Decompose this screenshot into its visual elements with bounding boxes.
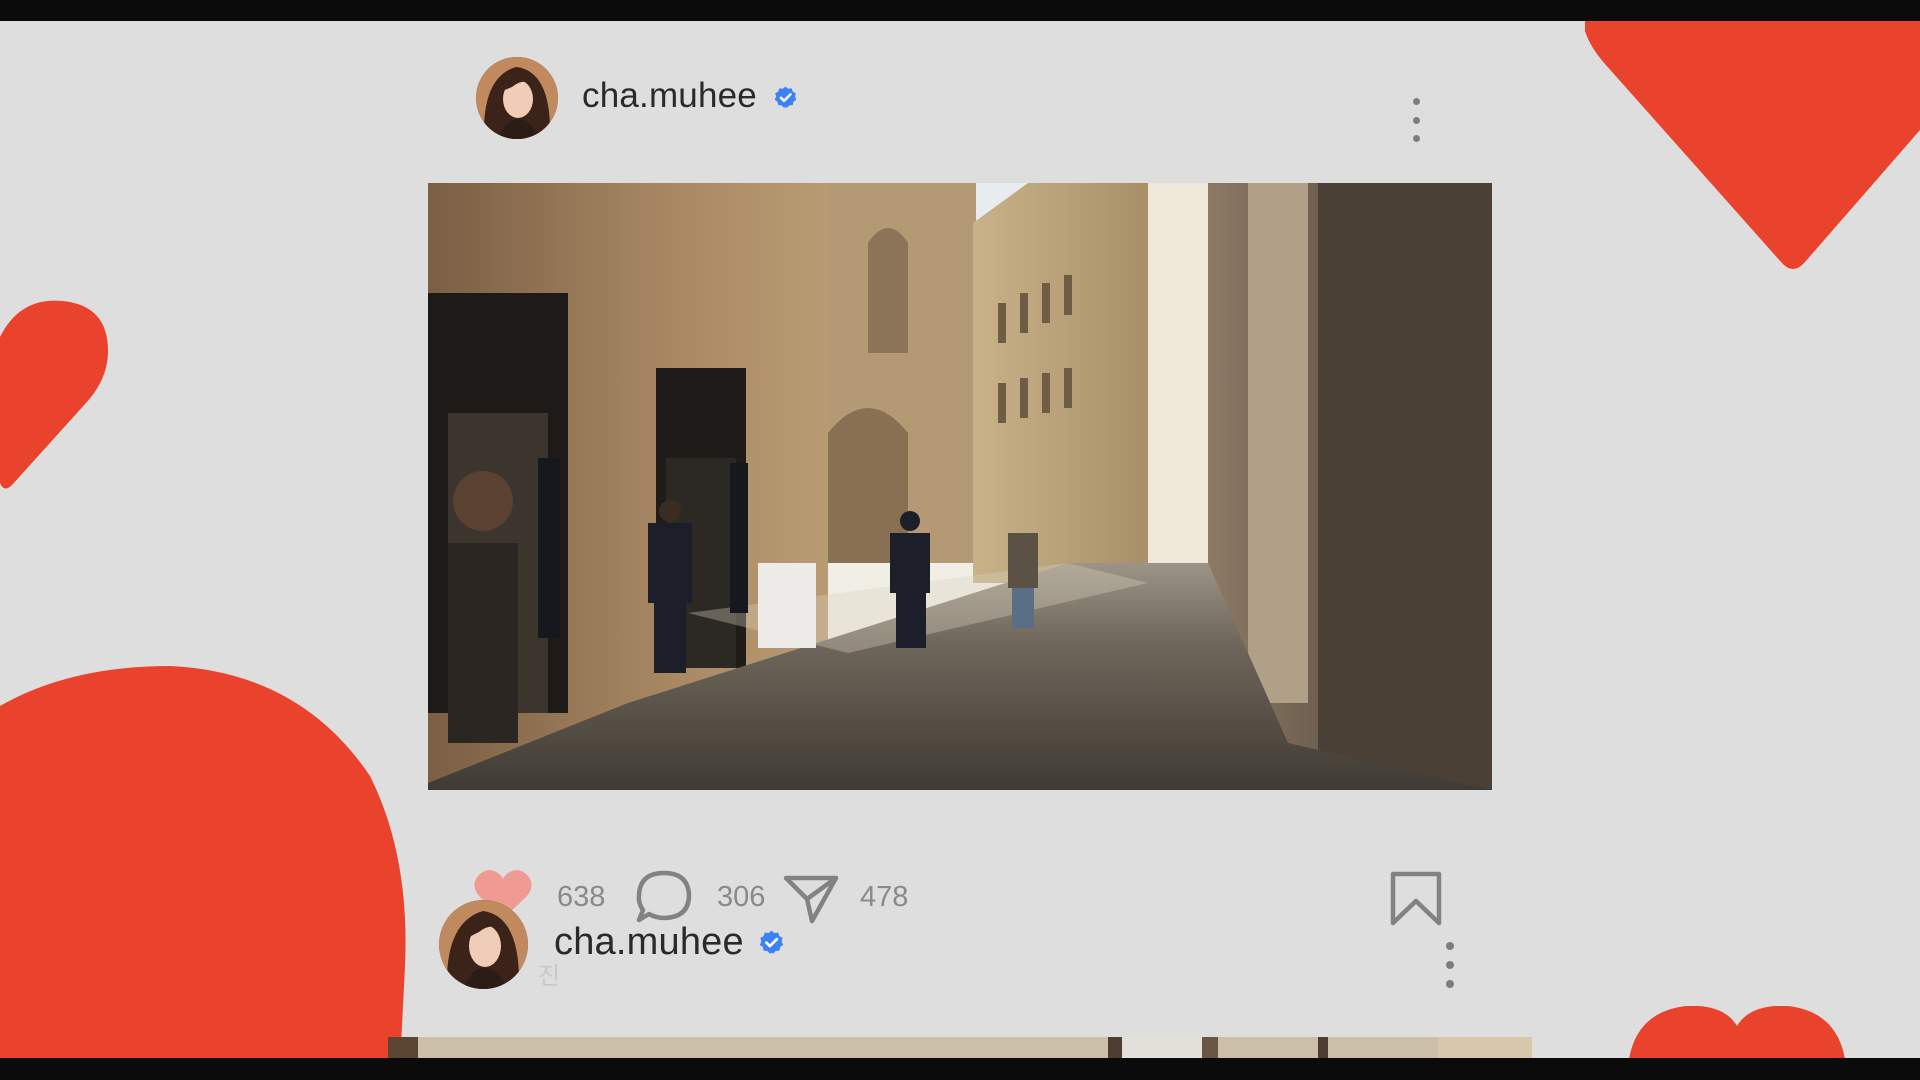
verified-badge-icon (759, 930, 784, 954)
avatar[interactable] (476, 57, 558, 139)
like-count: 638 (557, 881, 606, 913)
post-photo[interactable] (428, 183, 1492, 790)
share-icon[interactable] (782, 873, 840, 925)
bookmark-icon[interactable] (1388, 871, 1444, 927)
share-count: 478 (860, 881, 909, 913)
post-photo[interactable] (388, 1037, 1532, 1058)
letterbox-bottom (0, 1058, 1920, 1080)
decorative-heart-top-right (1585, 21, 1920, 269)
decorative-heart-left (0, 300, 108, 489)
more-options-icon[interactable] (1409, 98, 1423, 142)
caption-fragment: 진 (538, 963, 561, 990)
comment-icon[interactable] (634, 868, 694, 924)
letterbox-top (0, 0, 1920, 21)
post-username[interactable]: cha.muhee (554, 920, 744, 964)
verified-badge-icon (774, 86, 797, 108)
decorative-heart-bottom-right (1629, 1006, 1845, 1058)
comment-count: 306 (717, 881, 766, 913)
post-username[interactable]: cha.muhee (582, 76, 757, 116)
avatar[interactable] (439, 900, 528, 989)
decorative-heart-bottom-left (0, 666, 406, 1058)
video-stage: cha.muhee 638 306 478 cha.muhee 진 (0, 21, 1920, 1058)
more-options-icon[interactable] (1443, 942, 1457, 988)
